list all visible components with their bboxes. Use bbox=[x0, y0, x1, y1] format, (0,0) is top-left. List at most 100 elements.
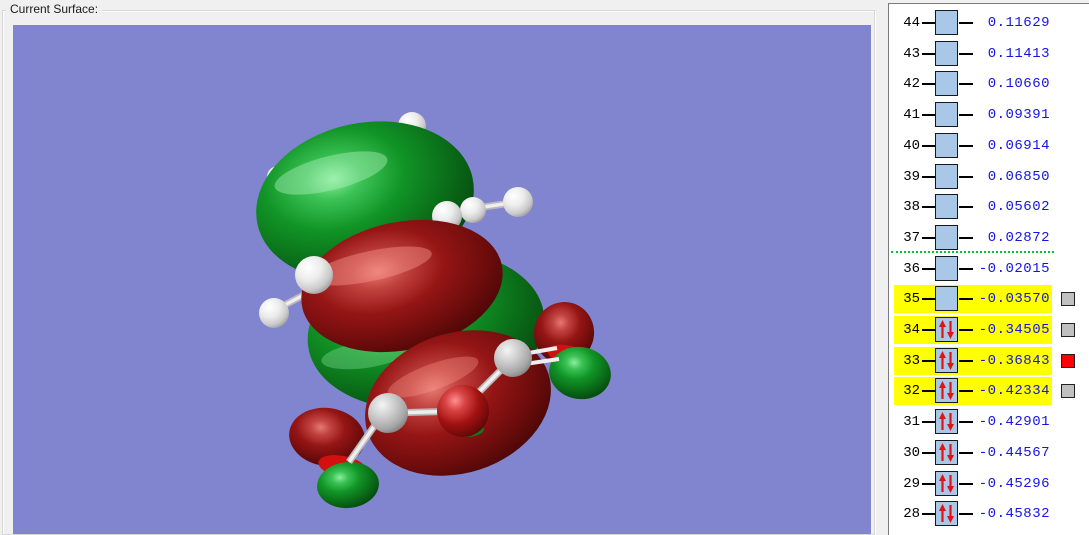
paired-electrons-icon bbox=[939, 504, 954, 523]
orbital-energy: 0.05602 bbox=[987, 199, 1050, 215]
molecule-3d-viewport[interactable] bbox=[13, 25, 871, 534]
level-line-left bbox=[922, 22, 936, 24]
level-line-left bbox=[922, 360, 936, 362]
orbital-row[interactable]: 41 0.09391 bbox=[894, 101, 1052, 129]
level-line-left bbox=[922, 513, 936, 515]
orbital-row[interactable]: 36 -0.02015 bbox=[894, 255, 1052, 283]
orbital-occupancy-box bbox=[935, 194, 958, 219]
orbital-row[interactable]: 37 0.02872 bbox=[894, 224, 1052, 252]
orbital-energy: -0.45296 bbox=[978, 476, 1050, 492]
paired-electrons-icon bbox=[939, 381, 954, 400]
orbital-number: 35 bbox=[903, 291, 920, 307]
orbital-row[interactable]: 43 0.11413 bbox=[894, 40, 1052, 68]
hydrogen-atom bbox=[503, 187, 533, 217]
orbital-occupancy-box bbox=[935, 501, 958, 526]
orbital-row[interactable]: 34 -0.34505 bbox=[894, 316, 1075, 344]
level-line-left bbox=[922, 206, 936, 208]
orbital-number: 39 bbox=[903, 169, 920, 185]
carbon-atom bbox=[494, 339, 532, 377]
orbital-energy: 0.09391 bbox=[987, 107, 1050, 123]
paired-electrons-icon bbox=[939, 320, 954, 339]
orbital-energy: -0.45832 bbox=[978, 506, 1050, 522]
orbital-row[interactable]: 30 -0.44567 bbox=[894, 439, 1052, 467]
current-surface-label: Current Surface: bbox=[6, 2, 103, 16]
level-line-left bbox=[922, 329, 936, 331]
orbital-list-panel[interactable]: 44 0.11629 43 0.11413 42 0.10660 41 0.09… bbox=[888, 3, 1089, 535]
level-line-left bbox=[922, 452, 936, 454]
orbital-occupancy-box bbox=[935, 378, 958, 403]
orbital-number: 36 bbox=[903, 261, 920, 277]
carbon-atom bbox=[368, 393, 408, 433]
orbital-number: 33 bbox=[903, 353, 920, 369]
orbital-row[interactable]: 33 -0.36843 bbox=[894, 347, 1075, 375]
orbital-occupancy-box bbox=[935, 409, 958, 434]
orbital-energy: 0.06914 bbox=[987, 138, 1050, 154]
orbital-occupancy-box bbox=[935, 10, 958, 35]
orbital-row[interactable]: 32 -0.42334 bbox=[894, 377, 1075, 405]
orbital-row[interactable]: 42 0.10660 bbox=[894, 70, 1052, 98]
orbital-number: 34 bbox=[903, 322, 920, 338]
level-line-left bbox=[922, 145, 936, 147]
surface-indicator-red[interactable] bbox=[1061, 354, 1075, 368]
orbital-occupancy-box bbox=[935, 133, 958, 158]
orbital-energy: -0.42334 bbox=[978, 383, 1050, 399]
level-line-left bbox=[922, 268, 936, 270]
orbital-number: 43 bbox=[903, 46, 920, 62]
level-line-left bbox=[922, 176, 936, 178]
orbital-energy: 0.11413 bbox=[987, 46, 1050, 62]
orbital-number: 31 bbox=[903, 414, 920, 430]
orbital-occupancy-box bbox=[935, 286, 958, 311]
hydrogen-atom bbox=[259, 298, 289, 328]
orbital-energy: 0.06850 bbox=[987, 169, 1050, 185]
orbital-number: 28 bbox=[903, 506, 920, 522]
orbital-occupancy-box bbox=[935, 471, 958, 496]
orbital-number: 40 bbox=[903, 138, 920, 154]
level-line-left bbox=[922, 237, 936, 239]
orbital-row[interactable]: 29 -0.45296 bbox=[894, 470, 1052, 498]
orbital-row[interactable]: 44 0.11629 bbox=[894, 9, 1052, 37]
orbital-occupancy-box bbox=[935, 256, 958, 281]
orbital-number: 32 bbox=[903, 383, 920, 399]
orbital-occupancy-box bbox=[935, 317, 958, 342]
orbital-occupancy-box bbox=[935, 225, 958, 250]
orbital-energy: 0.10660 bbox=[987, 76, 1050, 92]
carbon-atom bbox=[460, 197, 486, 223]
level-line-left bbox=[922, 114, 936, 116]
orbital-energy: -0.02015 bbox=[978, 261, 1050, 277]
orbital-occupancy-box bbox=[935, 348, 958, 373]
level-line-left bbox=[922, 390, 936, 392]
paired-electrons-icon bbox=[939, 443, 954, 462]
level-line-left bbox=[922, 83, 936, 85]
hydrogen-atom bbox=[295, 256, 333, 294]
level-line-left bbox=[922, 483, 936, 485]
orbital-row[interactable]: 39 0.06850 bbox=[894, 163, 1052, 191]
surface-indicator-gray[interactable] bbox=[1061, 292, 1075, 306]
orbital-occupancy-box bbox=[935, 440, 958, 465]
orbital-row[interactable]: 31 -0.42901 bbox=[894, 408, 1052, 436]
level-line-left bbox=[922, 421, 936, 423]
orbital-number: 30 bbox=[903, 445, 920, 461]
orbital-number: 29 bbox=[903, 476, 920, 492]
orbital-energy: -0.34505 bbox=[978, 322, 1050, 338]
orbital-energy: 0.11629 bbox=[987, 15, 1050, 31]
molecular-orbital-surface bbox=[13, 25, 871, 534]
orbital-occupancy-box bbox=[935, 71, 958, 96]
orbital-number: 37 bbox=[903, 230, 920, 246]
orbital-number: 44 bbox=[903, 15, 920, 31]
oxygen-atom bbox=[437, 385, 489, 437]
paired-electrons-icon bbox=[939, 474, 954, 493]
orbital-row[interactable]: 35 -0.03570 bbox=[894, 285, 1075, 313]
orbital-energy: -0.36843 bbox=[978, 353, 1050, 369]
surface-indicator-gray[interactable] bbox=[1061, 384, 1075, 398]
orbital-energy: 0.02872 bbox=[987, 230, 1050, 246]
orbital-number: 42 bbox=[903, 76, 920, 92]
orbital-row[interactable]: 28 -0.45832 bbox=[894, 500, 1052, 528]
orbital-occupancy-box bbox=[935, 102, 958, 127]
paired-electrons-icon bbox=[939, 351, 954, 370]
orbital-energy: -0.42901 bbox=[978, 414, 1050, 430]
orbital-row[interactable]: 38 0.05602 bbox=[894, 193, 1052, 221]
orbital-occupancy-box bbox=[935, 164, 958, 189]
orbital-row[interactable]: 40 0.06914 bbox=[894, 132, 1052, 160]
orbital-number: 41 bbox=[903, 107, 920, 123]
surface-indicator-gray[interactable] bbox=[1061, 323, 1075, 337]
